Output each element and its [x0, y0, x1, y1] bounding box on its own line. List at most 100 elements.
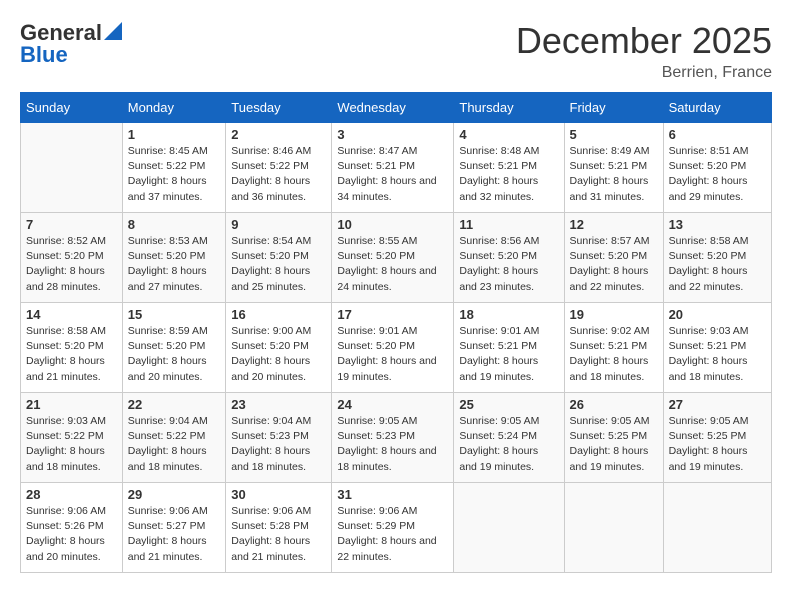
- day-cell: 16 Sunrise: 9:00 AM Sunset: 5:20 PM Dayli…: [226, 303, 332, 393]
- day-number: 15: [128, 307, 221, 322]
- day-number: 19: [570, 307, 658, 322]
- day-number: 31: [337, 487, 448, 502]
- day-cell: [21, 123, 123, 213]
- day-cell: 15 Sunrise: 8:59 AM Sunset: 5:20 PM Dayli…: [122, 303, 226, 393]
- day-cell: 19 Sunrise: 9:02 AM Sunset: 5:21 PM Dayli…: [564, 303, 663, 393]
- logo-icon: [104, 22, 122, 40]
- day-cell: 1 Sunrise: 8:45 AM Sunset: 5:22 PM Daylig…: [122, 123, 226, 213]
- day-cell: 26Sunrise: 9:05 AM Sunset: 5:25 PM Dayli…: [564, 393, 663, 483]
- calendar-table: SundayMondayTuesdayWednesdayThursdayFrid…: [20, 92, 772, 573]
- col-header-wednesday: Wednesday: [332, 93, 454, 123]
- day-number: 22: [128, 397, 221, 412]
- day-cell: 28Sunrise: 9:06 AM Sunset: 5:26 PM Dayli…: [21, 483, 123, 573]
- day-content: Sunrise: 8:46 AM Sunset: 5:22 PM Dayligh…: [231, 144, 326, 205]
- day-content: Sunrise: 9:01 AM Sunset: 5:20 PM Dayligh…: [337, 324, 448, 385]
- day-number: 5: [570, 127, 658, 142]
- col-header-friday: Friday: [564, 93, 663, 123]
- day-cell: 25 Sunrise: 9:05 AM Sunset: 5:24 PM Dayli…: [454, 393, 564, 483]
- day-cell: [663, 483, 771, 573]
- page-subtitle: Berrien, France: [516, 64, 772, 82]
- day-content: Sunrise: 8:58 AM Sunset: 5:20 PM Dayligh…: [26, 324, 117, 385]
- week-row-2: 7Sunrise: 8:52 AM Sunset: 5:20 PM Daylig…: [21, 213, 772, 303]
- day-content: Sunrise: 8:55 AM Sunset: 5:20 PM Dayligh…: [337, 234, 448, 295]
- day-number: 3: [337, 127, 448, 142]
- day-number: 20: [669, 307, 766, 322]
- day-number: 4: [459, 127, 558, 142]
- day-content: Sunrise: 9:03 AM Sunset: 5:22 PM Dayligh…: [26, 414, 117, 475]
- day-number: 16: [231, 307, 326, 322]
- day-number: 10: [337, 217, 448, 232]
- day-cell: 29 Sunrise: 9:06 AM Sunset: 5:27 PM Dayli…: [122, 483, 226, 573]
- day-content: Sunrise: 8:58 AM Sunset: 5:20 PM Dayligh…: [669, 234, 766, 295]
- day-number: 28: [26, 487, 117, 502]
- day-content: Sunrise: 9:06 AM Sunset: 5:29 PM Dayligh…: [337, 504, 448, 565]
- day-cell: [564, 483, 663, 573]
- day-cell: 31 Sunrise: 9:06 AM Sunset: 5:29 PM Dayli…: [332, 483, 454, 573]
- day-content: Sunrise: 9:02 AM Sunset: 5:21 PM Dayligh…: [570, 324, 658, 385]
- col-header-monday: Monday: [122, 93, 226, 123]
- day-cell: 9 Sunrise: 8:54 AM Sunset: 5:20 PM Daylig…: [226, 213, 332, 303]
- day-number: 29: [128, 487, 221, 502]
- day-content: Sunrise: 9:05 AM Sunset: 5:25 PM Dayligh…: [669, 414, 766, 475]
- day-number: 8: [128, 217, 221, 232]
- day-number: 6: [669, 127, 766, 142]
- day-content: Sunrise: 8:52 AM Sunset: 5:20 PM Dayligh…: [26, 234, 117, 295]
- week-row-1: 1 Sunrise: 8:45 AM Sunset: 5:22 PM Daylig…: [21, 123, 772, 213]
- day-content: Sunrise: 8:56 AM Sunset: 5:20 PM Dayligh…: [459, 234, 558, 295]
- day-number: 17: [337, 307, 448, 322]
- day-content: Sunrise: 8:59 AM Sunset: 5:20 PM Dayligh…: [128, 324, 221, 385]
- day-number: 2: [231, 127, 326, 142]
- day-content: Sunrise: 8:51 AM Sunset: 5:20 PM Dayligh…: [669, 144, 766, 205]
- day-cell: 22 Sunrise: 9:04 AM Sunset: 5:22 PM Dayli…: [122, 393, 226, 483]
- col-header-tuesday: Tuesday: [226, 93, 332, 123]
- day-number: 25: [459, 397, 558, 412]
- day-cell: 17 Sunrise: 9:01 AM Sunset: 5:20 PM Dayli…: [332, 303, 454, 393]
- logo-blue: Blue: [20, 42, 68, 68]
- day-number: 24: [337, 397, 448, 412]
- day-number: 13: [669, 217, 766, 232]
- day-content: Sunrise: 8:53 AM Sunset: 5:20 PM Dayligh…: [128, 234, 221, 295]
- day-cell: 18Sunrise: 9:01 AM Sunset: 5:21 PM Dayli…: [454, 303, 564, 393]
- day-number: 18: [459, 307, 558, 322]
- day-number: 9: [231, 217, 326, 232]
- title-block: December 2025 Berrien, France: [516, 20, 772, 82]
- day-cell: [454, 483, 564, 573]
- day-content: Sunrise: 9:05 AM Sunset: 5:23 PM Dayligh…: [337, 414, 448, 475]
- week-row-5: 28Sunrise: 9:06 AM Sunset: 5:26 PM Dayli…: [21, 483, 772, 573]
- day-content: Sunrise: 8:45 AM Sunset: 5:22 PM Dayligh…: [128, 144, 221, 205]
- week-row-4: 21Sunrise: 9:03 AM Sunset: 5:22 PM Dayli…: [21, 393, 772, 483]
- day-number: 30: [231, 487, 326, 502]
- page-title: December 2025: [516, 20, 772, 62]
- day-content: Sunrise: 8:48 AM Sunset: 5:21 PM Dayligh…: [459, 144, 558, 205]
- day-cell: 13 Sunrise: 8:58 AM Sunset: 5:20 PM Dayli…: [663, 213, 771, 303]
- day-cell: 8 Sunrise: 8:53 AM Sunset: 5:20 PM Daylig…: [122, 213, 226, 303]
- day-content: Sunrise: 8:47 AM Sunset: 5:21 PM Dayligh…: [337, 144, 448, 205]
- day-cell: 5 Sunrise: 8:49 AM Sunset: 5:21 PM Daylig…: [564, 123, 663, 213]
- day-cell: 14 Sunrise: 8:58 AM Sunset: 5:20 PM Dayli…: [21, 303, 123, 393]
- day-content: Sunrise: 9:04 AM Sunset: 5:22 PM Dayligh…: [128, 414, 221, 475]
- day-cell: 24 Sunrise: 9:05 AM Sunset: 5:23 PM Dayli…: [332, 393, 454, 483]
- day-content: Sunrise: 8:57 AM Sunset: 5:20 PM Dayligh…: [570, 234, 658, 295]
- day-number: 14: [26, 307, 117, 322]
- header-row: SundayMondayTuesdayWednesdayThursdayFrid…: [21, 93, 772, 123]
- col-header-saturday: Saturday: [663, 93, 771, 123]
- day-number: 11: [459, 217, 558, 232]
- day-cell: 12 Sunrise: 8:57 AM Sunset: 5:20 PM Dayli…: [564, 213, 663, 303]
- day-number: 1: [128, 127, 221, 142]
- day-content: Sunrise: 9:00 AM Sunset: 5:20 PM Dayligh…: [231, 324, 326, 385]
- page-header: General Blue December 2025 Berrien, Fran…: [20, 20, 772, 82]
- day-cell: 20 Sunrise: 9:03 AM Sunset: 5:21 PM Dayli…: [663, 303, 771, 393]
- col-header-thursday: Thursday: [454, 93, 564, 123]
- day-number: 12: [570, 217, 658, 232]
- day-content: Sunrise: 8:49 AM Sunset: 5:21 PM Dayligh…: [570, 144, 658, 205]
- day-content: Sunrise: 9:03 AM Sunset: 5:21 PM Dayligh…: [669, 324, 766, 385]
- day-content: Sunrise: 9:06 AM Sunset: 5:27 PM Dayligh…: [128, 504, 221, 565]
- logo: General Blue: [20, 20, 122, 68]
- day-cell: 6 Sunrise: 8:51 AM Sunset: 5:20 PM Daylig…: [663, 123, 771, 213]
- day-content: Sunrise: 8:54 AM Sunset: 5:20 PM Dayligh…: [231, 234, 326, 295]
- day-content: Sunrise: 9:05 AM Sunset: 5:24 PM Dayligh…: [459, 414, 558, 475]
- day-content: Sunrise: 9:05 AM Sunset: 5:25 PM Dayligh…: [570, 414, 658, 475]
- day-cell: 11 Sunrise: 8:56 AM Sunset: 5:20 PM Dayli…: [454, 213, 564, 303]
- day-cell: 2 Sunrise: 8:46 AM Sunset: 5:22 PM Daylig…: [226, 123, 332, 213]
- col-header-sunday: Sunday: [21, 93, 123, 123]
